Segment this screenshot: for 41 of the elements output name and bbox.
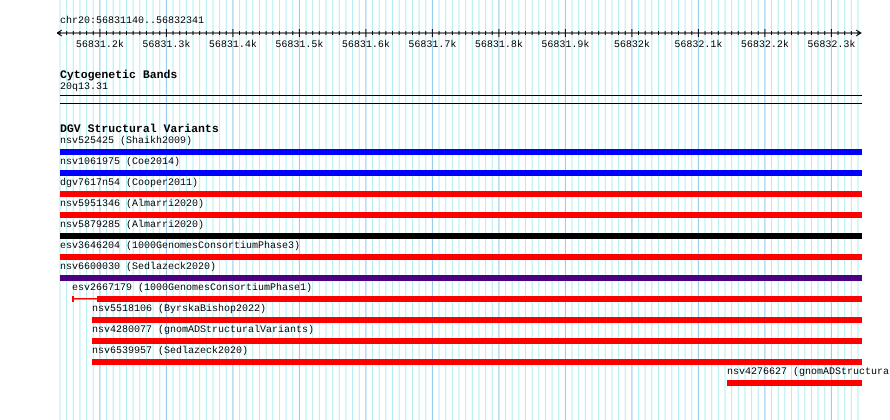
tick-label: 56831.3k xyxy=(142,40,190,50)
track-title: Cytogenetic Bands xyxy=(60,70,178,82)
variant-label: nsv5951346 (Almarri2020) xyxy=(60,199,204,211)
variant-bar[interactable] xyxy=(60,191,862,197)
tick-label: 56832.1k xyxy=(674,40,722,50)
variant-bar[interactable] xyxy=(97,296,862,302)
tick-label: 56832.3k xyxy=(807,40,856,50)
variant-label: nsv4276627 (gnomADStructura xyxy=(727,367,890,379)
tick-label: 56831.4k xyxy=(208,40,257,50)
variant-bar[interactable] xyxy=(60,254,862,260)
variant-bar[interactable] xyxy=(92,359,862,365)
tick-label: 56831.6k xyxy=(342,40,390,50)
variant-bar[interactable] xyxy=(60,212,862,218)
location-label: chr20:56831140..56832341 xyxy=(60,16,204,28)
variant-label: dgv7617n54 (Cooper2011) xyxy=(60,178,198,190)
variant-label: esv3646204 (1000GenomesConsortiumPhase3) xyxy=(60,241,300,253)
variant-label: nsv5879285 (Almarri2020) xyxy=(60,220,204,232)
tick-label: 56831.5k xyxy=(275,40,324,50)
variant-bar[interactable] xyxy=(92,338,862,344)
variant-bar[interactable] xyxy=(60,170,862,176)
tick-label: 56832.2k xyxy=(740,40,789,50)
variant-label: nsv1061975 (Coe2014) xyxy=(60,157,180,169)
variant-bar[interactable] xyxy=(60,275,862,281)
variant-label: nsv6539957 (Sedlazeck2020) xyxy=(92,346,248,358)
variant-bar[interactable] xyxy=(60,149,862,155)
tick-label: 56831.9k xyxy=(541,40,590,50)
tick-label: 56832k xyxy=(614,40,650,50)
variant-label: nsv525425 (Shaikh2009) xyxy=(60,136,192,148)
band-label: 20q13.31 xyxy=(60,82,108,93)
tick-label: 56831.2k xyxy=(76,40,124,50)
track-title: DGV Structural Variants xyxy=(60,124,219,136)
tick-label: 56831.7k xyxy=(408,40,456,50)
variant-label: nsv5518106 (ByrskaBishop2022) xyxy=(92,304,266,316)
tick-label: 56831.8k xyxy=(474,40,523,50)
variant-bar[interactable] xyxy=(727,380,862,386)
variant-bar[interactable] xyxy=(60,233,862,239)
variant-label: nsv6600030 (Sedlazeck2020) xyxy=(60,262,216,274)
lead-line xyxy=(72,296,97,302)
variant-label: nsv4280077 (gnomADStructuralVariants) xyxy=(92,325,314,337)
variant-label: esv2667179 (1000GenomesConsortiumPhase1) xyxy=(72,283,312,295)
variant-bar[interactable] xyxy=(92,317,862,323)
